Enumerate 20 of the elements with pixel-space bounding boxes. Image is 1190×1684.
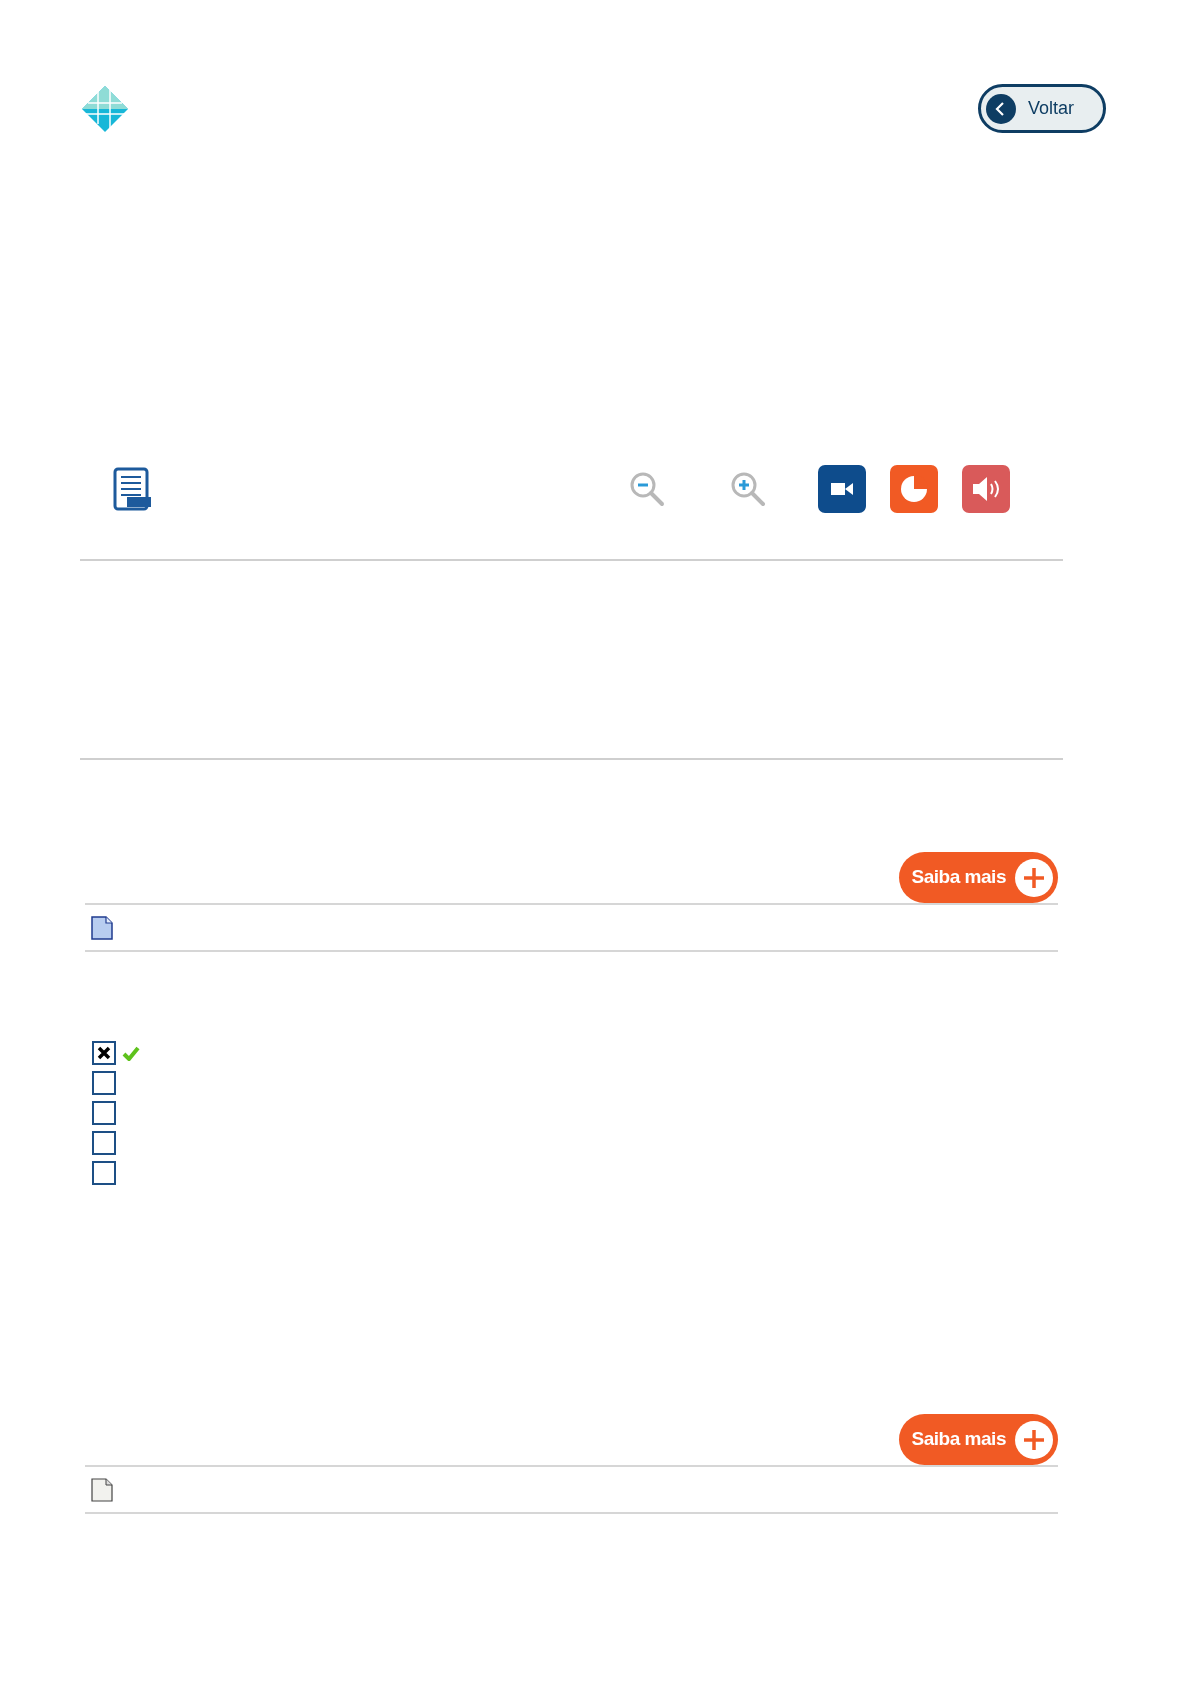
more-button[interactable]: Saiba mais [899,1414,1058,1465]
checkbox[interactable] [92,1131,116,1155]
checkbox[interactable] [92,1071,116,1095]
file-icon[interactable] [91,1477,113,1502]
checkbox[interactable] [92,1161,116,1185]
zoom-in-icon[interactable] [729,470,766,507]
logo-icon [82,85,128,132]
speaker-icon[interactable] [962,464,1010,513]
plus-icon [1014,857,1054,898]
cross-icon [97,1046,111,1060]
more-button[interactable]: Saiba mais [899,852,1058,903]
checkbox[interactable] [92,1101,116,1125]
checkbox[interactable] [92,1041,116,1065]
back-button[interactable]: Voltar [978,84,1106,133]
pie-chart-icon[interactable] [890,464,938,513]
document-icon[interactable] [91,915,113,940]
plus-icon [1014,1419,1054,1460]
chevron-left-icon [986,93,1016,124]
video-camera-icon[interactable] [818,464,866,513]
list-document-icon[interactable] [113,466,153,511]
